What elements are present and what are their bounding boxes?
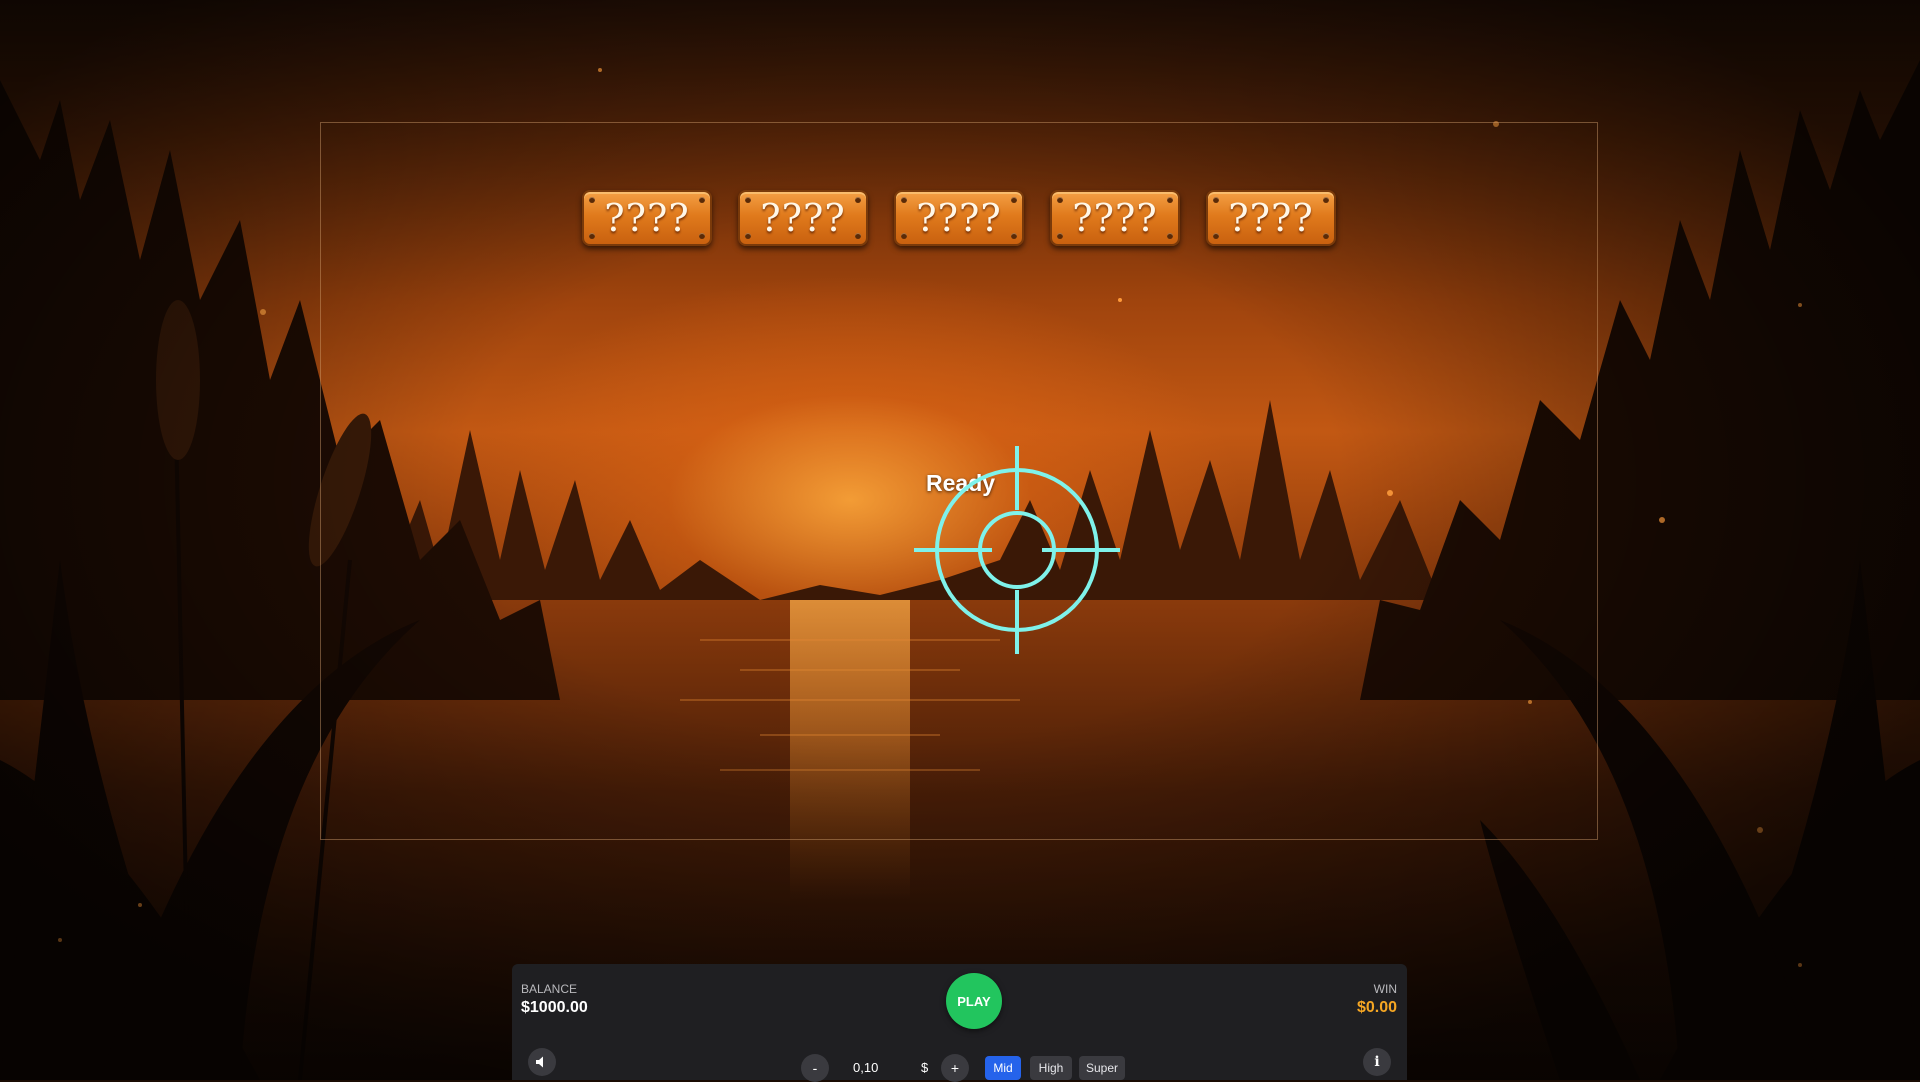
plaque-text: ???? — [604, 196, 690, 240]
mode-super-button[interactable]: Super — [1079, 1056, 1125, 1080]
crosshair-icon[interactable] — [914, 446, 1120, 654]
win-label: WIN — [1373, 982, 1397, 996]
plaque-2[interactable]: ???? — [738, 190, 868, 246]
bottom-control-panel: BALANCE $1000.00 PLAY WIN $0.00 - 0,10 $… — [512, 964, 1407, 1082]
plaque-5[interactable]: ???? — [1206, 190, 1336, 246]
bet-currency: $ — [921, 1060, 929, 1075]
plaque-text: ???? — [1072, 196, 1158, 240]
plaque-4[interactable]: ???? — [1050, 190, 1180, 246]
plaque-text: ???? — [916, 196, 1002, 240]
balance-label: BALANCE — [521, 982, 578, 996]
win-value: $0.00 — [1356, 999, 1397, 1016]
plaque-text: ???? — [760, 196, 846, 240]
bet-amount: 0,10 $ — [830, 1060, 940, 1080]
speaker-icon — [536, 1056, 543, 1068]
word-plaques: ???? ???? ???? ???? ???? — [582, 190, 1336, 246]
sound-toggle-button[interactable] — [528, 1048, 556, 1076]
plaque-text: ???? — [1228, 196, 1314, 240]
balance-value: $1000.00 — [521, 999, 588, 1016]
play-button[interactable]: PLAY — [946, 973, 1002, 1029]
mode-mid-button[interactable]: Mid — [985, 1056, 1021, 1080]
plaque-3[interactable]: ???? — [894, 190, 1024, 246]
info-button[interactable]: i — [1363, 1048, 1391, 1076]
bet-decrease-button[interactable]: - — [801, 1054, 829, 1082]
bet-value: 0,10 — [853, 1060, 879, 1075]
mode-high-button[interactable]: High — [1030, 1056, 1072, 1080]
bet-increase-button[interactable]: + — [941, 1054, 969, 1082]
plaque-1[interactable]: ???? — [582, 190, 712, 246]
